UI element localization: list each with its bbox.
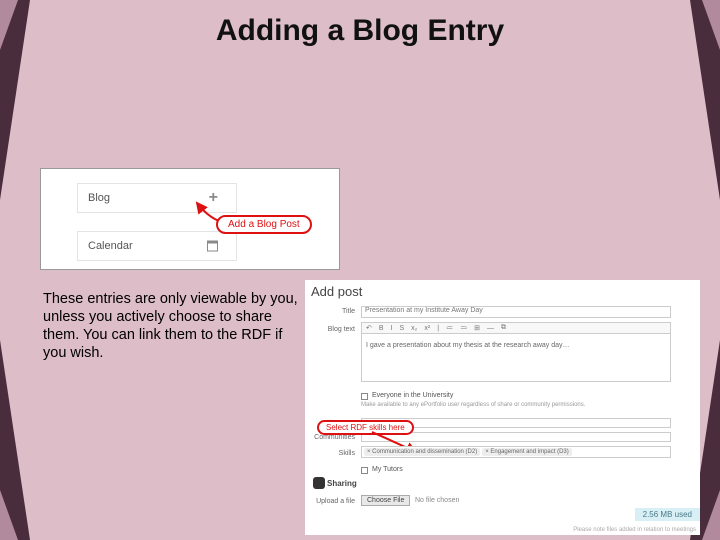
checkbox-icon[interactable] bbox=[361, 467, 368, 474]
skill-tag[interactable]: × Communication and dissemination (D2) bbox=[364, 448, 480, 456]
callout-add-blog-post: Add a Blog Post bbox=[216, 215, 312, 234]
footnote-text: Please note files added in relation to m… bbox=[573, 527, 696, 533]
toolbar-hr-icon[interactable]: — bbox=[487, 325, 494, 332]
label-sharing: Sharing bbox=[327, 479, 357, 488]
slide-title: Adding a Blog Entry bbox=[0, 14, 720, 48]
skills-input[interactable]: × Communication and dissemination (D2) ×… bbox=[361, 446, 671, 458]
bg-wedge bbox=[702, 490, 720, 540]
bg-wedge bbox=[0, 490, 18, 540]
toolbar-list2-icon[interactable]: ≕ bbox=[460, 324, 467, 332]
toolbar-sep: | bbox=[437, 325, 439, 332]
toolbar-list-icon[interactable]: ≔ bbox=[446, 324, 453, 332]
title-input[interactable]: Presentation at my Institute Away Day bbox=[361, 306, 671, 318]
panel-title: Add post bbox=[311, 284, 362, 299]
bg-wedge bbox=[0, 340, 30, 540]
choose-file-button[interactable]: Choose File bbox=[361, 495, 410, 506]
blog-label: Blog bbox=[88, 192, 110, 204]
checkbox-icon[interactable] bbox=[361, 393, 368, 400]
skill-tag[interactable]: × Engagement and impact (D3) bbox=[482, 448, 572, 456]
checkbox-tutors-label: My Tutors bbox=[372, 466, 403, 473]
label-title: Title bbox=[309, 308, 355, 315]
calendar-row[interactable]: Calendar bbox=[77, 231, 237, 261]
toolbar-italic-icon[interactable]: I bbox=[391, 325, 393, 332]
label-blog-text: Blog text bbox=[309, 326, 355, 333]
toolbar-superscript-icon[interactable]: x² bbox=[424, 325, 430, 332]
editor-toolbar[interactable]: ↶ B I S x₂ x² | ≔ ≕ ⊞ — ⧉ bbox=[361, 322, 671, 334]
toolbar-bold-icon[interactable]: B bbox=[379, 325, 384, 332]
blog-text-editor[interactable]: I gave a presentation about my thesis at… bbox=[361, 334, 671, 382]
label-skills: Skills bbox=[309, 450, 355, 457]
everyone-note: Make available to any ePortfolio user re… bbox=[361, 402, 661, 408]
toolbar-image-icon[interactable]: ⧉ bbox=[501, 324, 506, 332]
checkbox-everyone-label: Everyone in the University bbox=[372, 392, 453, 399]
toolbar-undo-icon[interactable]: ↶ bbox=[366, 324, 372, 332]
toolbar-strike-icon[interactable]: S bbox=[400, 325, 405, 332]
label-communities: Communities bbox=[309, 434, 355, 441]
label-upload: Upload a file bbox=[309, 498, 355, 505]
checkbox-everyone-row[interactable]: Everyone in the University bbox=[361, 392, 453, 400]
blog-widget-screenshot: Blog + Calendar Add a Blog Post bbox=[40, 168, 340, 270]
calendar-label: Calendar bbox=[88, 240, 133, 252]
sharing-icon bbox=[313, 477, 325, 489]
checkbox-tutors-row[interactable]: My Tutors bbox=[361, 466, 403, 474]
slide-body-text: These entries are only viewable by you, … bbox=[43, 290, 298, 363]
toolbar-table-icon[interactable]: ⊞ bbox=[474, 324, 480, 332]
calendar-icon bbox=[207, 241, 218, 252]
storage-used-badge: 2.56 MB used bbox=[635, 508, 700, 521]
add-post-form-screenshot: Add post Title Presentation at my Instit… bbox=[305, 280, 700, 535]
no-file-chosen-text: No file chosen bbox=[415, 497, 459, 504]
toolbar-subscript-icon[interactable]: x₂ bbox=[411, 325, 417, 332]
